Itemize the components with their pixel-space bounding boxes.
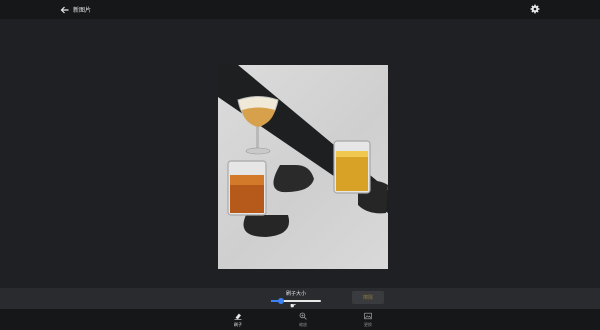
back-button[interactable]: 新图片	[60, 3, 91, 16]
nav-item-replace[interactable]: 更换	[353, 312, 383, 328]
bottom-nav: 刷子 缩放 更换	[0, 309, 600, 330]
nav-item-zoom[interactable]: 缩放	[288, 312, 318, 328]
zoom-icon	[299, 312, 307, 320]
image-icon	[364, 312, 372, 320]
nav-label: 更换	[364, 322, 372, 327]
nav-item-brush[interactable]: 刷子	[223, 312, 253, 328]
edited-photo[interactable]	[218, 65, 388, 269]
page-title: 新图片	[73, 7, 92, 14]
gear-icon[interactable]	[530, 4, 540, 14]
slider-thumb[interactable]	[278, 298, 284, 304]
erase-button[interactable]: 擦除	[352, 291, 384, 304]
eraser-icon	[234, 313, 242, 320]
nav-label: 缩放	[299, 322, 307, 327]
arrow-left-icon	[60, 6, 69, 13]
nav-label: 刷子	[234, 322, 242, 327]
top-bar: 新图片	[0, 0, 600, 19]
brush-size-label: 刷子大小	[286, 291, 307, 297]
